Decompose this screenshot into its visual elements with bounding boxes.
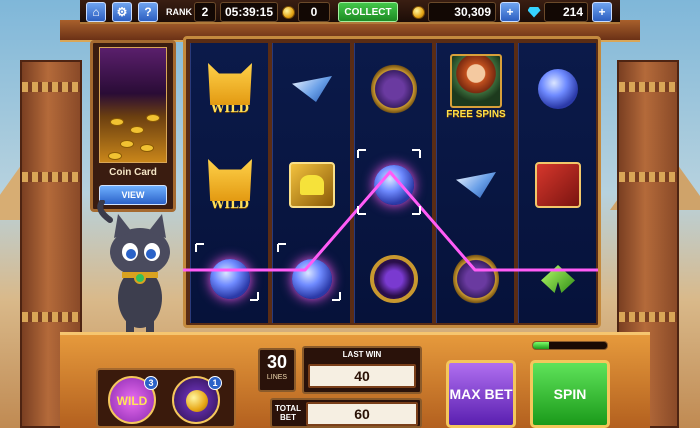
- spin-button[interactable]: SPIN: [530, 360, 610, 428]
- free-spins-symbol: FREE SPINS: [441, 47, 511, 127]
- coin-card-title: Coin Card: [109, 167, 157, 178]
- orb-symbol: [195, 239, 265, 319]
- help-button[interactable]: ?: [138, 2, 158, 22]
- golden-tile-icon: [289, 162, 335, 208]
- orb-icon: [374, 165, 414, 205]
- spin-progress-fill: [533, 342, 550, 349]
- orb-symbol: [359, 145, 429, 225]
- scarab-icon: [453, 254, 499, 304]
- gear-icon: ⚙: [116, 5, 128, 19]
- coin-icon: [280, 2, 296, 22]
- total-bet-value: 60: [306, 402, 418, 426]
- help-label: ?: [144, 5, 152, 19]
- leaf-icon: [541, 265, 575, 293]
- coin-card-panel: Coin Card VIEW: [90, 40, 176, 212]
- gem-icon: [526, 2, 542, 22]
- coin-card-image[interactable]: [99, 47, 167, 163]
- pyramid-icon: [292, 76, 332, 102]
- scarab-icon: [371, 64, 417, 114]
- lines-label: LINES: [266, 374, 288, 381]
- coin-boost-button[interactable]: 1: [172, 376, 222, 424]
- reel-3: [354, 43, 432, 323]
- reel-frame: WILD WILD FREE SPINS: [183, 36, 601, 328]
- coin-boost-count: 1: [208, 376, 222, 390]
- add-coins-button[interactable]: +: [500, 2, 520, 22]
- cat-icon: [208, 159, 252, 201]
- gem-balance: 214: [544, 2, 588, 22]
- coin-stack-icon: [186, 390, 208, 412]
- lines-display[interactable]: 30 LINES: [258, 348, 296, 392]
- top-bar: ⌂ ⚙ ? RANK 2 05:39:15 0 COLLECT 30,309 +…: [80, 0, 620, 24]
- orbital-symbol: [359, 239, 429, 319]
- home-button[interactable]: ⌂: [86, 2, 106, 22]
- yarn-ball-icon: [538, 69, 578, 109]
- last-win-value: 40: [308, 364, 416, 388]
- coin-balance: 30,309: [428, 2, 496, 22]
- wild-boost-label: WILD: [116, 394, 148, 408]
- golden-tile-symbol: [277, 145, 347, 225]
- settings-button[interactable]: ⚙: [112, 2, 132, 22]
- boosts-panel: WILD 3 1: [96, 368, 236, 428]
- red-tile-icon: [535, 162, 581, 208]
- rank-label: RANK: [166, 7, 192, 17]
- reel-5: [518, 43, 596, 323]
- coin-icon: [410, 2, 426, 22]
- orbital-icon: [370, 255, 418, 303]
- total-bet-box: TOTAL BET 60: [270, 398, 422, 428]
- collect-coins: 0: [298, 2, 330, 22]
- wild-cat-symbol: WILD: [195, 49, 265, 129]
- orb-symbol: [277, 239, 347, 319]
- home-icon: ⌂: [92, 5, 100, 19]
- cat-icon: [208, 63, 252, 105]
- free-spins-label: FREE SPINS: [446, 109, 506, 120]
- reel-1: WILD WILD: [190, 43, 268, 323]
- wild-cat-symbol: WILD: [195, 145, 265, 225]
- last-win-label: LAST WIN: [342, 350, 382, 359]
- rank-value: 2: [194, 2, 216, 22]
- cat-mascot: [97, 200, 170, 338]
- last-win-box: LAST WIN 40: [302, 346, 422, 394]
- max-bet-button[interactable]: MAX BET: [446, 360, 516, 428]
- pyramid-symbol: [441, 145, 511, 225]
- pyramid-symbol: [277, 49, 347, 129]
- reel-2: [272, 43, 350, 323]
- collect-button[interactable]: COLLECT: [338, 2, 398, 22]
- slot-game-screen: ⌂ ⚙ ? RANK 2 05:39:15 0 COLLECT 30,309 +…: [0, 0, 700, 428]
- scarab-orb-symbol: [441, 239, 511, 319]
- lines-value: 30: [266, 352, 288, 372]
- orb-icon: [292, 259, 332, 299]
- reel-4: FREE SPINS: [436, 43, 514, 323]
- orb-icon: [210, 259, 250, 299]
- yarn-orb-symbol: [523, 49, 593, 129]
- add-gems-button[interactable]: +: [592, 2, 612, 22]
- scarab-symbol: [359, 49, 429, 129]
- pyramid-icon: [456, 172, 496, 198]
- wild-boost-button[interactable]: WILD 3: [108, 376, 158, 424]
- queen-portrait-icon: [450, 54, 502, 108]
- leaf-symbol: [523, 239, 593, 319]
- spin-progress-bar: [532, 341, 608, 350]
- timer: 05:39:15: [220, 2, 278, 22]
- wild-boost-count: 3: [144, 376, 158, 390]
- red-tile-symbol: [523, 145, 593, 225]
- total-bet-label: TOTAL BET: [275, 404, 301, 422]
